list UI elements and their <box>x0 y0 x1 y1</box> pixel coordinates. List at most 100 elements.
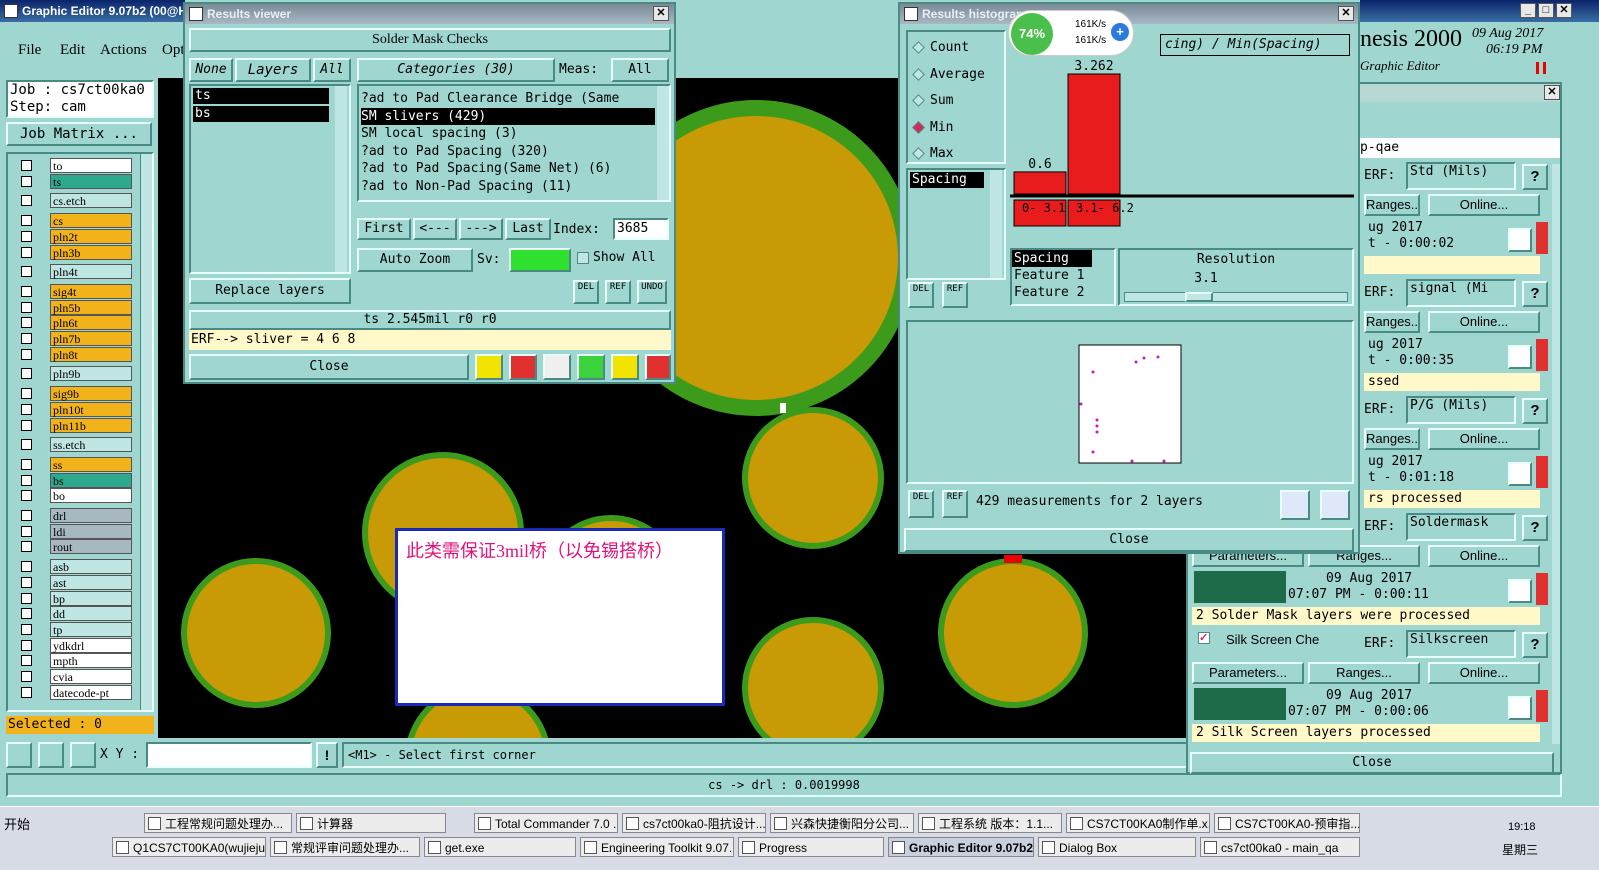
ranges-button[interactable]: Ranges... <box>1308 662 1420 684</box>
layer-row-bp[interactable]: bp <box>18 590 133 606</box>
replace-layers-dropdown[interactable]: Replace layers <box>189 278 351 304</box>
layer-name[interactable]: to <box>50 158 132 173</box>
rv-layer-item[interactable]: ts <box>193 88 329 104</box>
next-button[interactable]: ---> <box>459 218 503 240</box>
prev-button[interactable]: <--- <box>413 218 457 240</box>
stop-icon[interactable] <box>1536 339 1548 371</box>
maximize-icon[interactable]: □ <box>1538 3 1554 18</box>
layer-checkbox[interactable] <box>21 474 32 486</box>
category-item[interactable]: SM local spacing (3) <box>361 125 655 142</box>
zoom-icon[interactable] <box>1508 345 1532 369</box>
hist-ref-button[interactable]: REF <box>942 282 968 308</box>
layer-name[interactable]: tp <box>50 621 132 637</box>
hist-del-button[interactable]: DEL <box>908 282 934 308</box>
layer-row-datecode-pt[interactable]: datecode-pt <box>18 684 133 700</box>
taskbar-button[interactable]: Progress <box>738 837 884 857</box>
online-button[interactable]: Online... <box>1428 545 1540 567</box>
layer-checkbox[interactable] <box>21 671 32 682</box>
taskbar-button[interactable]: Graphic Editor 9.07b2... <box>888 837 1034 857</box>
layer-checkbox[interactable] <box>21 388 32 400</box>
erf-field[interactable]: Soldermask <box>1406 513 1516 541</box>
category-item[interactable]: ?ad to Pad Spacing (320) <box>361 143 655 160</box>
layer-row-drl[interactable]: drl <box>18 508 133 523</box>
layer-name[interactable]: sig4t <box>50 283 132 299</box>
hist-ref-button-2[interactable]: REF <box>942 490 968 518</box>
hist-item-scrollbar[interactable] <box>990 170 1002 278</box>
zoom-icon[interactable] <box>1508 462 1532 486</box>
layer-name[interactable]: pln5b <box>50 299 132 315</box>
analysis-scrollbar[interactable] <box>1552 164 1560 744</box>
layer-name[interactable]: rout <box>50 539 132 555</box>
resolution-slider[interactable] <box>1124 292 1348 302</box>
layer-name[interactable]: bo <box>50 488 132 504</box>
layer-row-sig4t[interactable]: sig4t <box>18 283 133 299</box>
taskbar-button[interactable]: CS7CT00KA0-预审指... <box>1214 813 1360 833</box>
zoom-fit-icon[interactable] <box>1280 490 1310 520</box>
zoom-icon[interactable] <box>1508 228 1532 252</box>
stat-option-max[interactable]: Max <box>912 144 1002 164</box>
radio-icon[interactable] <box>912 147 925 160</box>
layer-row-to[interactable]: to <box>18 158 133 173</box>
taskbar-button[interactable]: CS7CT00KA0制作单.x... <box>1066 813 1210 833</box>
online-button[interactable]: Online... <box>1428 311 1540 333</box>
clear-icon[interactable] <box>543 354 571 380</box>
resolution-slider-thumb[interactable] <box>1185 292 1213 302</box>
report-icon[interactable] <box>611 354 639 380</box>
grid-icon[interactable] <box>70 742 96 768</box>
taskbar-button[interactable]: get.exe <box>424 837 576 857</box>
stat-option-count[interactable]: Count <box>912 38 1002 58</box>
none-button[interactable]: None <box>189 58 233 82</box>
layer-checkbox[interactable] <box>21 175 32 187</box>
layer-row-pln11b[interactable]: pln11b <box>18 417 133 433</box>
taskbar-button[interactable]: 工程常规问题处理办... <box>144 813 292 833</box>
net-speed-widget[interactable]: 74% 161K/s 161K/s + <box>1008 10 1134 56</box>
layer-name[interactable]: ldi <box>50 523 132 539</box>
layer-row-ydkdrl[interactable]: ydkdrl <box>18 637 133 653</box>
color-tool-icon[interactable] <box>475 354 503 380</box>
layer-name[interactable]: ast <box>50 574 132 590</box>
layer-checkbox[interactable] <box>21 215 32 227</box>
layer-row-pln9b[interactable]: pln9b <box>18 366 133 382</box>
taskbar-button[interactable]: Dialog Box <box>1038 837 1196 857</box>
layer-row-pln3b[interactable]: pln3b <box>18 244 133 260</box>
stop-icon[interactable] <box>1536 456 1548 488</box>
action-icons[interactable] <box>1194 688 1286 720</box>
layer-name[interactable]: pln11b <box>50 417 132 433</box>
layer-checkbox[interactable] <box>21 246 32 258</box>
layer-checkbox[interactable] <box>21 608 32 620</box>
add-icon[interactable]: + <box>1111 23 1129 41</box>
online-button[interactable]: Online... <box>1428 194 1540 216</box>
export-icon[interactable] <box>509 354 537 380</box>
ranges-button[interactable]: Ranges... <box>1364 194 1420 216</box>
layer-row-rout[interactable]: rout <box>18 539 133 555</box>
layer-scrollbar[interactable] <box>140 154 152 710</box>
rv-undo-button[interactable]: UNDO <box>637 280 667 304</box>
layer-name[interactable]: drl <box>50 508 132 523</box>
layer-name[interactable]: cvia <box>50 669 132 684</box>
histogram-icon[interactable] <box>645 354 671 380</box>
histogram-bar[interactable] <box>1013 171 1067 195</box>
category-item[interactable]: SM slivers (429) <box>361 107 655 125</box>
layer-name[interactable]: pln10t <box>50 401 132 417</box>
ranges-button[interactable]: Ranges... <box>1364 311 1420 333</box>
layer-checkbox[interactable] <box>21 510 32 521</box>
layer-name[interactable]: dd <box>50 606 132 622</box>
layer-checkbox[interactable] <box>21 195 32 207</box>
sv-color-dropdown[interactable] <box>509 248 571 272</box>
layer-row-pln6t[interactable]: pln6t <box>18 315 133 331</box>
rv-close-icon[interactable]: ✕ <box>653 6 669 21</box>
layer-row-pln10t[interactable]: pln10t <box>18 401 133 417</box>
menu-file[interactable]: File <box>18 42 41 59</box>
last-button[interactable]: Last <box>505 218 551 240</box>
zoom-out-icon[interactable] <box>1320 490 1350 520</box>
layer-row-bs[interactable]: bs <box>18 472 133 488</box>
all-button[interactable]: All <box>313 58 351 82</box>
category-item[interactable]: ?ad to Pad Clearance Bridge (Same <box>361 90 655 107</box>
layer-name[interactable]: ts <box>50 173 132 189</box>
layer-checkbox[interactable] <box>21 576 32 588</box>
minimize-icon[interactable]: _ <box>1520 3 1536 18</box>
layer-name[interactable]: ss.etch <box>50 437 132 453</box>
analysis-close-icon[interactable]: ✕ <box>1544 85 1560 100</box>
layer-checkbox[interactable] <box>21 655 32 667</box>
layer-name[interactable]: cs <box>50 213 132 229</box>
